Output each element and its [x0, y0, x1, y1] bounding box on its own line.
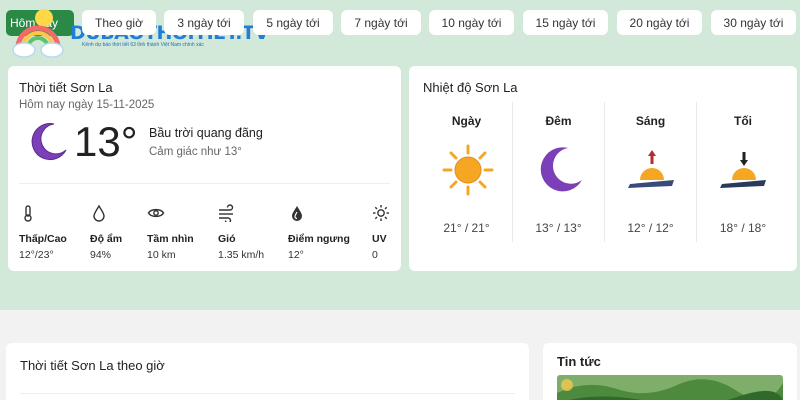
period-label: Đêm [545, 114, 572, 128]
rainbow-cloud-logo-icon [12, 9, 64, 58]
crescent-moon-icon [540, 147, 582, 192]
metric-label: Điểm ngưng [288, 233, 350, 245]
hourly-forecast-card: Thời tiết Sơn La theo giờ [6, 343, 529, 400]
feels-like: Cảm giác như 13° [149, 146, 242, 158]
period-value: 12° / 12° [627, 221, 674, 235]
current-description: Bầu trời quang đãng [149, 126, 263, 140]
current-temperature: 13° [74, 118, 138, 165]
period-day: Ngày 21° / 21° [421, 102, 513, 242]
sun-icon [442, 144, 494, 196]
droplet-icon [93, 204, 105, 222]
metric-wind: Gió 1.35 km/h [218, 204, 288, 261]
period-night: Đêm 13° / 13° [513, 102, 605, 242]
metric-uv: UV 0 [372, 204, 400, 261]
hourly-title: Thời tiết Sơn La theo giờ [20, 358, 165, 373]
thermometer-icon [24, 205, 32, 222]
period-value: 21° / 21° [443, 221, 490, 235]
eye-icon [147, 208, 165, 218]
period-value: 18° / 18° [719, 221, 767, 235]
current-date: Hôm nay ngày 15-11-2025 [19, 99, 155, 111]
metric-value: 1.35 km/h [218, 249, 265, 261]
tab-7-ngay[interactable]: 7 ngày tới [341, 10, 421, 35]
tab-theo-gio[interactable]: Theo giờ [82, 10, 156, 35]
sunrise-icon [628, 150, 674, 188]
news-card: Tin tức [543, 343, 797, 400]
temperature-title: Nhiệt độ Sơn La [423, 80, 518, 95]
dew-point-icon [292, 206, 302, 221]
current-weather-card: Thời tiết Sơn La Hôm nay ngày 15-11-2025… [8, 66, 401, 271]
period-evening: Tối 18° / 18° [697, 102, 789, 242]
tab-15-ngay[interactable]: 15 ngày tới [523, 10, 608, 35]
top-nav: Hôm nay DUBAOTHOITIET.TV Kênh dự báo thờ… [0, 0, 800, 58]
sun-uv-icon [373, 205, 389, 221]
metric-label: Tầm nhìn [147, 233, 194, 245]
metric-value: 12° [288, 249, 304, 261]
metric-value: 12°/23° [19, 249, 54, 261]
period-morning: Sáng 12° / 12° [605, 102, 697, 242]
divider [19, 183, 390, 184]
metric-label: Thấp/Cao [19, 233, 67, 245]
metric-label: Gió [218, 233, 236, 245]
tab-20-ngay[interactable]: 20 ngày tới [617, 10, 702, 35]
landscape-image-icon [557, 375, 783, 400]
period-value: 13° / 13° [535, 221, 582, 235]
period-label: Tối [734, 114, 752, 128]
news-title: Tin tức [557, 354, 601, 369]
tab-30-ngay[interactable]: 30 ngày tới [711, 10, 796, 35]
sunset-icon [720, 152, 766, 188]
wind-icon [219, 204, 234, 224]
temperature-card: Nhiệt độ Sơn La Ngày 21° / 21° Đêm 13° /… [409, 66, 797, 271]
period-label: Sáng [635, 114, 666, 128]
tab-5-ngay[interactable]: 5 ngày tới [253, 10, 333, 35]
crescent-moon-icon [31, 123, 67, 161]
metric-value: 10 km [147, 249, 176, 261]
current-title: Thời tiết Sơn La [19, 80, 113, 95]
metric-dew-point: Điểm ngưng 12° [288, 204, 358, 261]
metric-value: 0 [372, 249, 378, 261]
tab-10-ngay[interactable]: 10 ngày tới [429, 10, 514, 35]
period-label: Ngày [451, 114, 482, 128]
divider [20, 393, 515, 394]
news-thumbnail[interactable] [557, 375, 783, 400]
metric-low-high: Thấp/Cao 12°/23° [19, 204, 89, 261]
tab-3-ngay[interactable]: 3 ngày tới [164, 10, 244, 35]
metric-label: UV [372, 233, 387, 245]
metric-visibility: Tầm nhìn 10 km [147, 204, 217, 261]
logo-subtext: Kênh dự báo thời tiết 63 tỉnh thành Việt… [82, 42, 204, 48]
